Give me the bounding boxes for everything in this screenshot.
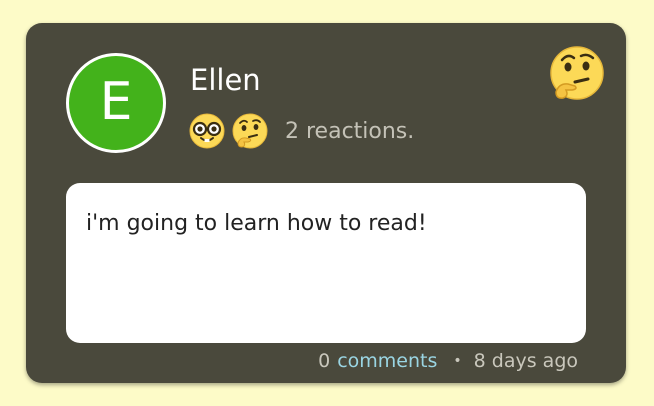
reactions-summary[interactable]: 2 reactions. [189, 111, 414, 151]
thinking-face-icon [232, 113, 268, 149]
timestamp: 8 days ago [473, 350, 578, 372]
post-footer: 0 comments • 8 days ago [318, 350, 578, 372]
avatar[interactable]: E [66, 53, 166, 153]
separator-dot: • [453, 353, 462, 369]
comments-link[interactable]: comments [337, 350, 437, 372]
comment-count: 0 [318, 350, 331, 372]
reactions-count: 2 reactions. [285, 118, 415, 144]
nerd-face-icon [189, 113, 225, 149]
avatar-letter: E [99, 72, 133, 132]
author-name[interactable]: Ellen [190, 63, 261, 97]
add-reaction-button[interactable] [547, 45, 605, 103]
message-text: i'm going to learn how to read! [86, 211, 427, 236]
post-card: E Ellen 2 reactions. i'm going to learn … [26, 23, 626, 383]
message-box: i'm going to learn how to read! [66, 183, 586, 343]
